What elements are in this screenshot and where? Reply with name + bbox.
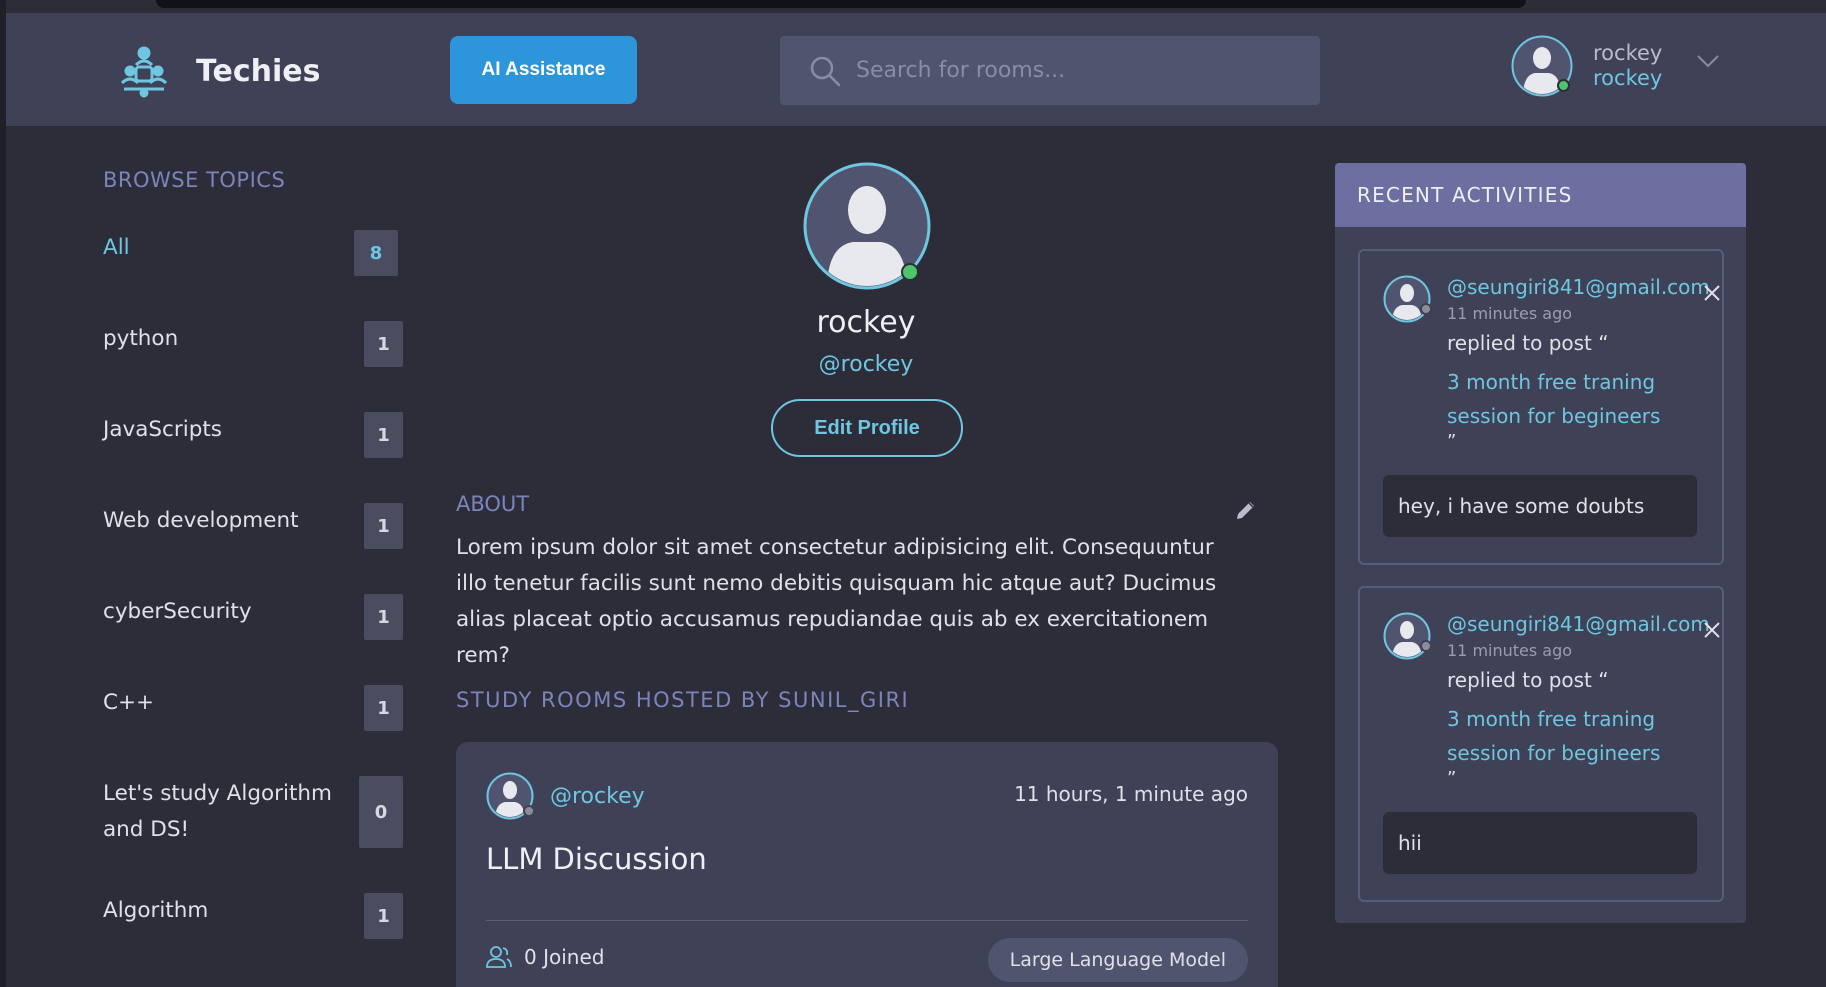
edit-profile-button[interactable]: Edit Profile (771, 399, 963, 457)
profile-handle: @rockey (818, 352, 914, 377)
close-icon[interactable] (1703, 284, 1721, 302)
room-joined: 0 Joined (486, 945, 604, 969)
offline-status-dot (523, 805, 535, 817)
user-names: rockey rockey (1593, 41, 1662, 91)
about-text: Lorem ipsum dolor sit amet consectetur a… (456, 535, 1217, 668)
activity-quote-close: ” (1447, 431, 1457, 452)
user-avatar-icon (1383, 612, 1431, 660)
topic-name: All (103, 235, 130, 260)
activity-user[interactable]: @seungiri841@gmail.com (1447, 275, 1710, 299)
activity-message: hii (1383, 812, 1697, 874)
topic-count: 1 (364, 503, 403, 549)
user-display-name: rockey (1593, 41, 1663, 65)
topic-name: JavaScripts (103, 417, 222, 442)
online-status-dot (901, 263, 919, 281)
topic-count: 1 (364, 412, 403, 458)
topic-item-web-development[interactable]: Web development 1 (103, 503, 403, 549)
room-host-name[interactable]: @rockey (550, 784, 645, 809)
search-icon (810, 56, 841, 86)
window-top-strip (156, 0, 1526, 8)
avatar (486, 772, 535, 820)
search-bar[interactable] (780, 36, 1320, 105)
app-window: Techies AI Assistance Search for rooms..… (6, 0, 1826, 987)
topic-count: 1 (364, 594, 403, 640)
topic-item-python[interactable]: python 1 (103, 321, 403, 367)
recent-activities-panel: RECENT ACTIVITIES @seungiri841@gmail.com… (1335, 163, 1746, 923)
topic-name: python (103, 326, 179, 351)
topic-name: cyberSecurity (103, 599, 252, 624)
pencil-icon[interactable] (1234, 498, 1258, 522)
activity-card: @seungiri841@gmail.com 11 minutes ago re… (1358, 249, 1724, 565)
topic-item-algorithm[interactable]: Algorithm 1 (103, 893, 403, 939)
avatar[interactable] (1383, 275, 1432, 323)
topic-item-javascripts[interactable]: JavaScripts 1 (103, 412, 403, 458)
avatar[interactable] (1511, 35, 1573, 97)
topic-item-cybersecurity[interactable]: cyberSecurity 1 (103, 594, 403, 640)
logo[interactable]: Techies (116, 43, 320, 99)
activity-time: 11 minutes ago (1447, 304, 1573, 323)
topic-count: 1 (364, 685, 403, 731)
team-logo-icon (120, 46, 168, 98)
topics-sidebar: BROWSE TOPICS All 8 python 1 JavaScripts… (103, 168, 403, 939)
room-joined-count: 0 Joined (524, 945, 605, 969)
activity-action: replied to post “ (1447, 668, 1609, 692)
activity-user[interactable]: @seungiri841@gmail.com (1447, 612, 1710, 636)
activity-card: @seungiri841@gmail.com 11 minutes ago re… (1358, 586, 1724, 902)
activity-post-link[interactable]: 3 month free traning session for beginee… (1447, 365, 1667, 433)
topic-count: 8 (354, 230, 398, 276)
offline-status-dot (1420, 303, 1432, 315)
topic-count: 0 (359, 776, 403, 848)
topic-item-all[interactable]: All 8 (103, 230, 403, 276)
room-timestamp: 11 hours, 1 minute ago (1014, 782, 1248, 806)
room-title[interactable]: LLM Discussion (486, 842, 707, 876)
user-username: rockey (1593, 66, 1663, 90)
profile-avatar (803, 162, 931, 290)
ai-assistance-button[interactable]: AI Assistance (450, 36, 637, 104)
topic-count: 1 (364, 321, 403, 367)
divider (486, 920, 1248, 921)
topic-item-cpp[interactable]: C++ 1 (103, 685, 403, 731)
topic-count: 1 (364, 893, 403, 939)
browse-topics-title: BROWSE TOPICS (103, 168, 286, 192)
user-menu[interactable]: rockey rockey (1511, 35, 1720, 97)
users-icon (486, 946, 512, 968)
topic-name: Let's study Algorithm and DS! (103, 781, 332, 842)
user-avatar-icon (1383, 275, 1431, 323)
offline-status-dot (1420, 640, 1432, 652)
activity-quote-close: ” (1447, 768, 1457, 789)
room-topic-tag[interactable]: Large Language Model (987, 938, 1248, 982)
avatar[interactable] (1383, 612, 1432, 660)
profile-name: rockey (816, 305, 916, 340)
search-input[interactable] (856, 58, 1276, 83)
app-name: Techies (196, 53, 321, 89)
topic-item-algorithm-ds[interactable]: Let's study Algorithm and DS! 0 (103, 776, 403, 848)
activity-post-link[interactable]: 3 month free traning session for beginee… (1447, 702, 1667, 770)
activity-message: hey, i have some doubts (1383, 475, 1697, 537)
chevron-down-icon[interactable] (1696, 54, 1720, 68)
room-host[interactable]: @rockey (486, 772, 645, 820)
room-card[interactable]: @rockey 11 hours, 1 minute ago LLM Discu… (456, 742, 1278, 987)
topic-name: Algorithm (103, 898, 209, 923)
top-navbar: Techies AI Assistance Search for rooms..… (6, 13, 1826, 126)
topic-name: Web development (103, 508, 299, 533)
topic-name: C++ (103, 690, 155, 715)
online-status-dot (1557, 79, 1570, 92)
close-icon[interactable] (1703, 621, 1721, 639)
about-title: ABOUT (456, 492, 530, 516)
study-rooms-title: STUDY ROOMS HOSTED BY SUNIL_GIRI (456, 688, 910, 712)
recent-activities-title: RECENT ACTIVITIES (1335, 163, 1746, 227)
activity-time: 11 minutes ago (1447, 641, 1573, 660)
activity-action: replied to post “ (1447, 331, 1609, 355)
